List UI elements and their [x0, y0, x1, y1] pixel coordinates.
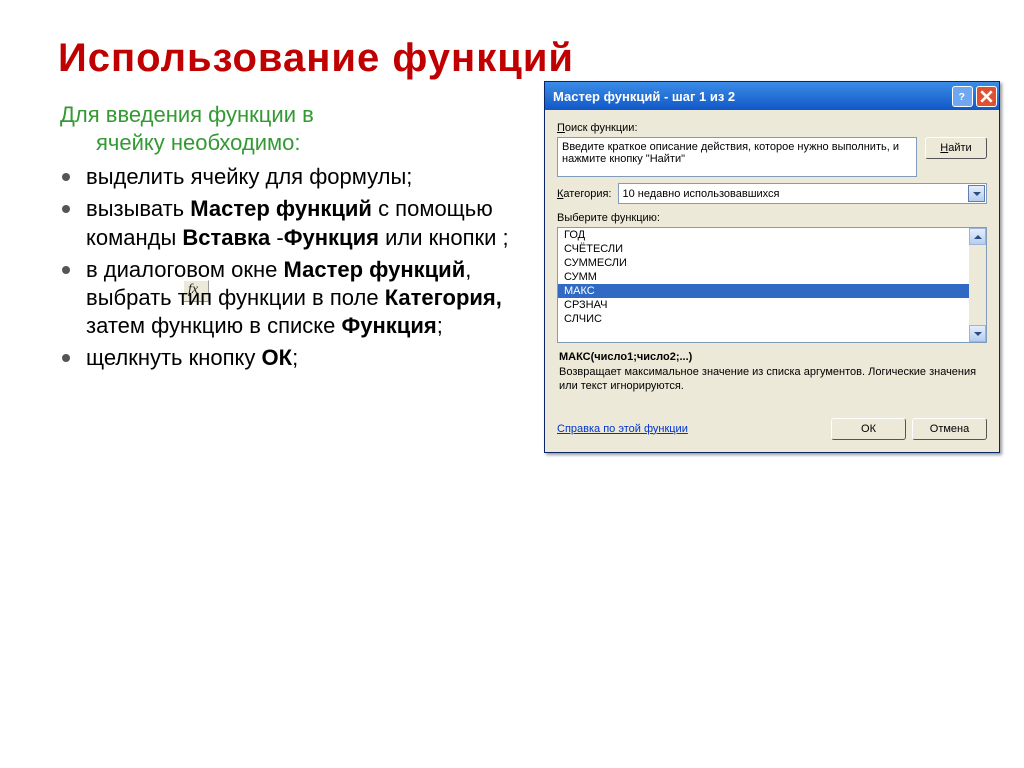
chevron-down-icon — [974, 330, 982, 338]
bullet-1: выделить ячейку для формулы; — [58, 163, 538, 191]
dialog-wrapper: Мастер функций - шаг 1 из 2 ? Поиск функ… — [544, 81, 1000, 453]
b3-post: ; — [437, 313, 443, 338]
slide-content: Для введения функции в ячейку необходимо… — [58, 101, 1014, 473]
function-description-text: Возвращает максимальное значение из спис… — [559, 365, 985, 394]
function-listbox[interactable]: ГОД СЧЁТЕСЛИ СУММЕСЛИ СУММ МАКС СРЗНАЧ С… — [557, 227, 987, 343]
dialog-titlebar[interactable]: Мастер функций - шаг 1 из 2 ? — [545, 82, 999, 110]
function-list-items: ГОД СЧЁТЕСЛИ СУММЕСЛИ СУММ МАКС СРЗНАЧ С… — [558, 228, 969, 342]
search-label-u: П — [557, 122, 565, 134]
close-button[interactable] — [976, 86, 997, 107]
search-row: Введите краткое описание действия, котор… — [557, 137, 987, 177]
list-item[interactable]: СРЗНАЧ — [558, 298, 969, 312]
help-icon: ? — [956, 90, 969, 103]
bullet-list: выделить ячейку для формулы; вызывать Ма… — [58, 163, 538, 372]
b3-pre: в диалоговом окне — [86, 257, 284, 282]
b4-pre: щелкнуть кнопку — [86, 345, 262, 370]
dialog-title-text: Мастер функций - шаг 1 из 2 — [553, 89, 735, 104]
dialog-body: Поиск функции: Введите краткое описание … — [545, 110, 999, 408]
slide-title: Использование функций — [58, 36, 1014, 81]
help-link[interactable]: Справка по этой функции — [557, 423, 688, 435]
b2-bold3: Функция — [284, 225, 379, 250]
b2-bold1: Мастер функций — [190, 196, 372, 221]
chevron-down-icon — [973, 190, 981, 198]
cancel-button[interactable]: Отмена — [912, 418, 987, 440]
help-button[interactable]: ? — [952, 86, 973, 107]
bullet-2: вызывать Мастер функций с помощью команд… — [58, 195, 538, 251]
scroll-down-button[interactable] — [969, 325, 986, 342]
function-wizard-dialog: Мастер функций - шаг 1 из 2 ? Поиск функ… — [544, 81, 1000, 453]
intro-text: Для введения функции в ячейку необходимо… — [58, 101, 538, 157]
category-row: Категория: 10 недавно использовавшихся — [557, 183, 987, 204]
b3-mid2: затем функцию в списке — [86, 313, 342, 338]
bullet-4: щелкнуть кнопку ОК; — [58, 344, 538, 372]
chevron-up-icon — [974, 233, 982, 241]
category-label: Категория: — [557, 188, 612, 200]
bullet-3: в диалоговом окне Мастер функций, выбрат… — [58, 256, 538, 340]
b2-bold2: Вставка — [182, 225, 270, 250]
bullet-1-text: выделить ячейку для формулы; — [86, 164, 412, 189]
slide: Использование функций Для введения функц… — [0, 0, 1024, 768]
search-label-rest: оиск функции: — [565, 122, 638, 134]
function-description: МАКС(число1;число2;...) Возвращает макси… — [559, 351, 985, 394]
search-label: Поиск функции: — [557, 122, 987, 134]
intro-line2: ячейку необходимо: — [96, 129, 538, 157]
ok-button[interactable]: ОК — [831, 418, 906, 440]
list-item[interactable]: СЛЧИС — [558, 312, 969, 326]
search-input[interactable]: Введите краткое описание действия, котор… — [557, 137, 917, 177]
b2-pre: вызывать — [86, 196, 190, 221]
list-item[interactable]: СУММ — [558, 270, 969, 284]
category-value: 10 недавно использовавшихся — [619, 188, 968, 200]
b2-dash: - — [270, 225, 283, 250]
b3-bold3: Функция — [342, 313, 437, 338]
list-item[interactable]: СЧЁТЕСЛИ — [558, 242, 969, 256]
intro-line1: Для введения функции в — [60, 102, 314, 127]
category-label-rest: атегория: — [563, 188, 611, 200]
combo-dropdown-button[interactable] — [968, 185, 985, 202]
list-item[interactable]: ГОД — [558, 228, 969, 242]
scroll-track[interactable] — [969, 245, 986, 325]
scrollbar[interactable] — [969, 228, 986, 342]
svg-text:?: ? — [958, 90, 964, 102]
category-combo[interactable]: 10 недавно использовавшихся — [618, 183, 988, 204]
find-button[interactable]: Найти — [925, 137, 987, 159]
select-function-label: Выберите функцию: — [557, 212, 987, 224]
list-item[interactable]: СУММЕСЛИ — [558, 256, 969, 270]
b4-bold: ОК — [262, 345, 293, 370]
b3-bold1: Мастер функций — [284, 257, 466, 282]
b4-post: ; — [292, 345, 298, 370]
close-icon — [980, 90, 993, 103]
b3-bold2: Категория, — [385, 285, 502, 310]
function-signature: МАКС(число1;число2;...) — [559, 351, 985, 363]
text-column: Для введения функции в ячейку необходимо… — [58, 101, 538, 376]
b2-post: или кнопки ; — [379, 225, 509, 250]
scroll-up-button[interactable] — [969, 228, 986, 245]
list-item-selected[interactable]: МАКС — [558, 284, 969, 298]
dialog-footer: Справка по этой функции ОК Отмена — [545, 408, 999, 452]
